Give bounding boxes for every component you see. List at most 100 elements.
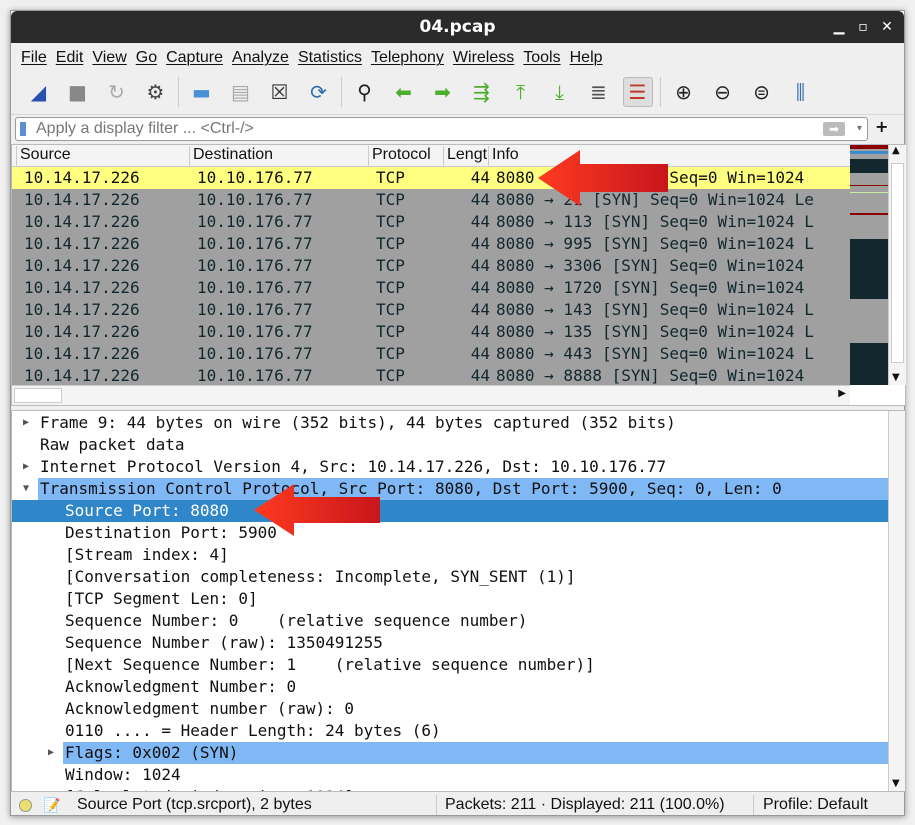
filter-dropdown-icon[interactable]: ▾ [857, 118, 862, 140]
packet-row[interactable]: 10.14.17.226 10.10.176.77 TCP 44 8080 → 995 … [12, 233, 850, 255]
options-gear-icon[interactable]: ⚙ [141, 77, 171, 107]
detail-row[interactable]: ▼ Transmission Control Protocol, Src Port… [12, 478, 888, 500]
packet-row[interactable]: 10.14.17.226 10.10.176.77 TCP 44 8080 → 8888… [12, 365, 850, 387]
apply-filter-arrow-icon[interactable]: ➡ [823, 122, 845, 136]
menu-file[interactable]: File [17, 43, 52, 69]
status-packet-counts: Packets: 211 · Displayed: 211 (100.0%) [445, 796, 725, 813]
detail-row[interactable]: Sequence Number: 0 (relative sequence nu… [12, 610, 888, 632]
expanded-arrow-icon[interactable]: ▼ [23, 478, 29, 500]
destination-cell: 10.10.176.77 [197, 190, 313, 209]
display-filter-input[interactable]: Apply a display filter ... <Ctrl-/> ➡ ▾ [15, 117, 868, 141]
collapsed-arrow-icon[interactable]: ▶ [48, 742, 54, 764]
first-packet-icon[interactable]: ⤒ [506, 77, 536, 107]
packet-row[interactable]: 10.14.17.226 10.10.176.77 TCP 44 8080 → 135 … [12, 321, 850, 343]
menu-help[interactable]: Help [566, 43, 608, 69]
detail-row[interactable]: Acknowledgment Number: 0 [12, 676, 888, 698]
collapsed-arrow-icon[interactable]: ▶ [23, 412, 29, 434]
length-cell: 44 [470, 300, 490, 319]
maximize-button[interactable]: ▫ [853, 11, 873, 43]
packet-details-tree: ▼ ▶ Frame 9: 44 bytes on wire (352 bits),… [11, 410, 906, 792]
detail-row[interactable]: [Conversation completeness: Incomplete, … [12, 566, 888, 588]
zoom-reset-icon[interactable]: ⊜ [747, 77, 777, 107]
go-to-packet-icon[interactable]: ⇶ [467, 77, 497, 107]
menu-tools[interactable]: Tools [519, 43, 565, 69]
shark-fin-start-icon[interactable]: ◢ [24, 77, 54, 107]
menu-analyze[interactable]: Analyze [228, 43, 294, 69]
open-folder-icon[interactable]: ▬ [187, 77, 217, 107]
zoom-out-icon[interactable]: ⊖ [708, 77, 738, 107]
detail-row[interactable]: ▶ Internet Protocol Version 4, Src: 10.14… [12, 456, 888, 478]
status-bar: 📝 Source Port (tcp.srcport), 2 bytes Pac… [11, 793, 906, 817]
menu-go[interactable]: Go [132, 43, 162, 69]
detail-row[interactable]: [Calculated window size: 1024] [12, 786, 888, 791]
detail-row[interactable]: Raw packet data [12, 434, 888, 456]
protocol-cell: TCP [376, 168, 405, 187]
forward-arrow-icon[interactable]: ➡ [428, 77, 458, 107]
resize-columns-icon[interactable]: ⫼ [786, 77, 816, 107]
packet-row[interactable]: 10.14.17.226 10.10.176.77 TCP 44 8080 → 5900… [12, 167, 850, 189]
detail-text: [Next Sequence Number: 1 (relative seque… [65, 655, 595, 674]
details-vertical-scrollbar[interactable]: ▼ [888, 411, 905, 791]
detail-row[interactable]: [Next Sequence Number: 1 (relative seque… [12, 654, 888, 676]
detail-row[interactable]: [Stream index: 4] [12, 544, 888, 566]
stop-icon[interactable]: ■ [63, 77, 93, 107]
length-cell: 44 [470, 190, 490, 209]
detail-row[interactable]: Sequence Number (raw): 1350491255 [12, 632, 888, 654]
packet-row[interactable]: 10.14.17.226 10.10.176.77 TCP 44 8080 → 3306… [12, 255, 850, 277]
menu-edit[interactable]: Edit [52, 43, 89, 69]
info-cell: 8080 → 143 [SYN] Seq=0 Win=1024 L [496, 300, 814, 319]
main-toolbar: ◢ ■ ↻ ⚙ ▬ ▤ ☒ ⟳ ⚲ ⬅ ➡ ⇶ ⤒ ⤓ ≣ ☰ ⊕ ⊖ ⊜ ⫼ [11, 69, 904, 115]
menu-statistics[interactable]: Statistics [294, 43, 367, 69]
find-icon[interactable]: ⚲ [350, 77, 380, 107]
add-filter-button[interactable]: + [875, 117, 888, 136]
status-profile[interactable]: Profile: Default [763, 793, 868, 817]
menu-view[interactable]: View [88, 43, 131, 69]
menu-wireless[interactable]: Wireless [449, 43, 519, 69]
packet-list-horizontal-scrollbar[interactable]: ▶ [12, 385, 850, 405]
back-arrow-icon[interactable]: ⬅ [389, 77, 419, 107]
packet-row[interactable]: 10.14.17.226 10.10.176.77 TCP 44 8080 → 113 … [12, 211, 850, 233]
packet-minimap[interactable] [850, 145, 888, 385]
detail-row[interactable]: ▶ Frame 9: 44 bytes on wire (352 bits), 4… [12, 412, 888, 434]
close-file-icon[interactable]: ☒ [265, 77, 295, 107]
detail-row[interactable]: Source Port: 8080 [12, 500, 888, 522]
packet-row[interactable]: 10.14.17.226 10.10.176.77 TCP 44 8080 → 21 [… [12, 189, 850, 211]
detail-text: [Conversation completeness: Incomplete, … [65, 567, 576, 586]
column-header-lengt[interactable]: Lengt [443, 146, 487, 167]
minimize-button[interactable]: ▁ [829, 11, 849, 43]
colorize-icon[interactable]: ☰ [622, 76, 653, 107]
info-cell: 8080 → 1720 [SYN] Seq=0 Win=1024 [496, 278, 805, 297]
detail-row[interactable]: Destination Port: 5900 [12, 522, 888, 544]
packet-list-vertical-scrollbar[interactable]: ▲ ▼ [888, 145, 906, 385]
detail-row[interactable]: ▶ Flags: 0x002 (SYN) [12, 742, 888, 764]
detail-text: Acknowledgment number (raw): 0 [65, 699, 354, 718]
column-header-protocol[interactable]: Protocol [368, 146, 431, 167]
packet-row[interactable]: 10.14.17.226 10.10.176.77 TCP 44 8080 → 143 … [12, 299, 850, 321]
restart-icon[interactable]: ↻ [102, 77, 132, 107]
packet-row[interactable]: 10.14.17.226 10.10.176.77 TCP 44 8080 → 1720… [12, 277, 850, 299]
detail-row[interactable]: Window: 1024 [12, 764, 888, 786]
column-header-source[interactable]: Source [16, 146, 71, 167]
detail-row[interactable]: Acknowledgment number (raw): 0 [12, 698, 888, 720]
expert-info-indicator-icon[interactable] [19, 799, 32, 812]
destination-cell: 10.10.176.77 [197, 168, 313, 187]
detail-row[interactable]: 0110 .... = Header Length: 24 bytes (6) [12, 720, 888, 742]
source-cell: 10.14.17.226 [24, 212, 140, 231]
autoscroll-icon[interactable]: ≣ [584, 77, 614, 107]
bookmark-icon[interactable] [20, 122, 26, 136]
detail-text: Transmission Control Protocol, Src Port:… [40, 479, 782, 498]
detail-row[interactable]: [TCP Segment Len: 0] [12, 588, 888, 610]
menu-capture[interactable]: Capture [162, 43, 228, 69]
last-packet-icon[interactable]: ⤓ [545, 77, 575, 107]
reload-icon[interactable]: ⟳ [304, 77, 334, 107]
column-header-info[interactable]: Info [488, 146, 519, 167]
packet-row[interactable]: 10.14.17.226 10.10.176.77 TCP 44 8080 → 443 … [12, 343, 850, 365]
status-field-info: Source Port (tcp.srcport), 2 bytes [77, 796, 312, 813]
close-button[interactable]: ✕ [877, 11, 897, 43]
save-file-icon[interactable]: ▤ [226, 77, 256, 107]
zoom-in-icon[interactable]: ⊕ [669, 77, 699, 107]
column-header-destination[interactable]: Destination [189, 146, 273, 167]
collapsed-arrow-icon[interactable]: ▶ [23, 456, 29, 478]
menu-telephony[interactable]: Telephony [367, 43, 449, 69]
capture-comment-icon[interactable]: 📝 [43, 793, 60, 817]
